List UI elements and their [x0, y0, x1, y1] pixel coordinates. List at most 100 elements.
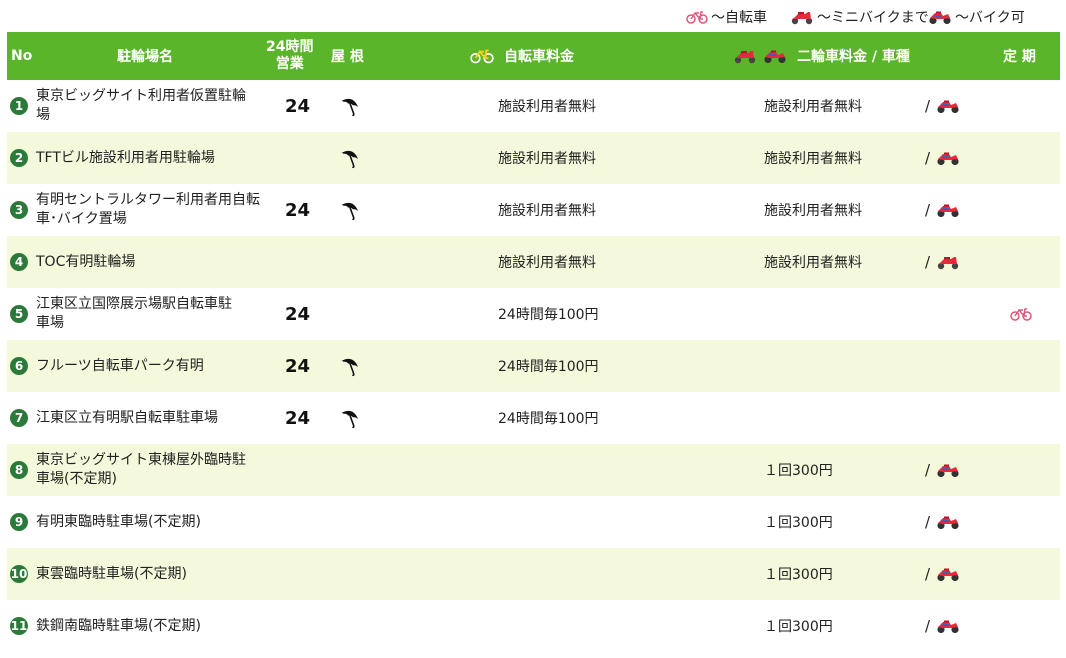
legend-bicycle: ～自転車 — [686, 7, 767, 27]
minibike-icon — [936, 254, 960, 270]
parking-name: 江東区立有明駅自転車駐車場 — [36, 409, 218, 428]
parking-name-line1: TOC有明駐輪場 — [36, 253, 136, 270]
row-number-badge: 6 — [10, 357, 28, 375]
parking-name: TOC有明駐輪場 — [36, 253, 135, 272]
umbrella-icon — [338, 147, 360, 169]
motorbike-icon — [936, 462, 960, 478]
moto-fee: 施設利用者無料 — [764, 99, 862, 115]
row-number-badge: 7 — [10, 409, 28, 427]
row-number-badge: 1 — [10, 97, 28, 115]
header-moto-fee: 二輪車料金 / 車種 — [733, 32, 910, 80]
table-row: 3 有明セントラルタワー利用者用自転 車･バイク置場 24 施設利用者無料 施設利用者無料… — [7, 184, 1060, 236]
moto-fee: 施設利用者無料 — [764, 151, 862, 167]
motorbike-icon — [936, 618, 960, 634]
motorbike-icon — [936, 202, 960, 218]
separator-slash: / — [925, 253, 931, 271]
parking-name-line2: 場 — [36, 107, 50, 123]
parking-name: 有明セントラルタワー利用者用自転 車･バイク置場 — [36, 191, 260, 229]
bike-fee: 施設利用者無料 — [498, 255, 596, 271]
parking-name-line1: 東雲臨時駐車場(不定期) — [36, 565, 187, 582]
header-hours: 24時間 営業 — [266, 32, 313, 80]
bike-fee: 24時間毎100円 — [498, 359, 599, 375]
umbrella-icon — [338, 199, 360, 221]
row-number-badge: 11 — [10, 617, 28, 635]
open-24h: 24 — [285, 199, 311, 221]
separator-slash: / — [925, 97, 931, 115]
row-number-badge: 4 — [10, 253, 28, 271]
parking-name-line2: 車･バイク置場 — [36, 211, 127, 227]
table-row: 8 東京ビッグサイト東棟屋外臨時駐 車場(不定期) １回300円 / — [7, 444, 1060, 496]
motorbike-icon — [936, 566, 960, 582]
minibike-icon — [790, 9, 814, 25]
table-body: 1 東京ビッグサイト利用者仮置駐輪場 24 施設利用者無料 施設利用者無料/2 TFTビル… — [7, 80, 1060, 652]
bicycle-icon — [686, 10, 708, 24]
separator-slash: / — [925, 149, 931, 167]
bike-fee: 施設利用者無料 — [498, 99, 596, 115]
table-row: 11 鉄鋼南臨時駐車場(不定期) １回300円 / — [7, 600, 1060, 652]
parking-name-line1: 江東区立国際展示場駅自転車駐 — [36, 296, 232, 312]
header-roof: 屋 根 — [331, 49, 364, 65]
parking-name: 東京ビッグサイト利用者仮置駐輪場 — [36, 87, 246, 125]
legend-bicycle-label: ～自転車 — [711, 10, 767, 26]
table-row: 1 東京ビッグサイト利用者仮置駐輪場 24 施設利用者無料 施設利用者無料 / — [7, 80, 1060, 132]
motorbike-icon — [936, 150, 960, 166]
open-24h: 24 — [285, 355, 311, 377]
umbrella-icon — [338, 355, 360, 377]
umbrella-icon — [338, 407, 360, 429]
separator-slash: / — [925, 565, 931, 583]
separator-slash: / — [925, 201, 931, 219]
parking-name: 東京ビッグサイト東棟屋外臨時駐 車場(不定期) — [36, 451, 246, 489]
header-bike-fee-label: 自転車料金 — [504, 49, 574, 65]
parking-name-line1: 江東区立有明駅自転車駐車場 — [36, 409, 218, 426]
bicycle-icon — [470, 48, 494, 64]
motorbike-icon — [936, 98, 960, 114]
motorbike-icon — [763, 48, 787, 64]
parking-name: 有明東臨時駐車場(不定期) — [36, 513, 201, 532]
parking-name-line1: 東京ビッグサイト東棟屋外臨時駐 — [36, 452, 246, 468]
parking-name-line1: フルーツ自転車パーク有明 — [36, 357, 204, 374]
table-row: 10 東雲臨時駐車場(不定期) １回300円 / — [7, 548, 1060, 600]
moto-fee: 施設利用者無料 — [764, 203, 862, 219]
bike-fee: 施設利用者無料 — [498, 203, 596, 219]
parking-name-line1: TFTビル施設利用者用駐輪場 — [36, 149, 215, 166]
header-moto-fee-label: 二輪車料金 / 車種 — [797, 49, 910, 65]
row-number-badge: 9 — [10, 513, 28, 531]
moto-fee: １回300円 — [764, 463, 833, 479]
legend-minibike-label: ～ミニバイクまで — [817, 10, 929, 26]
parking-name: フルーツ自転車パーク有明 — [36, 357, 204, 376]
parking-name-line1: 有明東臨時駐車場(不定期) — [36, 513, 201, 530]
parking-name: 鉄鋼南臨時駐車場(不定期) — [36, 617, 201, 636]
row-number-badge: 5 — [10, 305, 28, 323]
table-row: 5 江東区立国際展示場駅自転車駐 車場 24 24時間毎100円 — [7, 288, 1060, 340]
moto-fee: １回300円 — [764, 567, 833, 583]
table-row: 4 TOC有明駐輪場 施設利用者無料 施設利用者無料 / — [7, 236, 1060, 288]
parking-name-line1: 鉄鋼南臨時駐車場(不定期) — [36, 617, 201, 634]
motorbike-icon — [928, 9, 952, 25]
table-header: No 駐輪場名 24時間 営業 屋 根 自転車料金 二輪車料金 / 車種 定 期 — [7, 32, 1060, 80]
open-24h: 24 — [285, 407, 311, 429]
header-hours-line2: 営業 — [275, 56, 304, 72]
open-24h: 24 — [285, 95, 311, 117]
table-row: 6 フルーツ自転車パーク有明 24 24時間毎100円 — [7, 340, 1060, 392]
separator-slash: / — [925, 461, 931, 479]
open-24h: 24 — [285, 303, 311, 325]
parking-name-line2: 車場 — [36, 315, 64, 331]
moto-fee: １回300円 — [764, 619, 833, 635]
parking-table: No 駐輪場名 24時間 営業 屋 根 自転車料金 二輪車料金 / 車種 定 期… — [7, 32, 1060, 652]
separator-slash: / — [925, 617, 931, 635]
parking-name-line2: 車場(不定期) — [36, 471, 117, 487]
header-pass: 定 期 — [1003, 49, 1036, 65]
row-number-badge: 3 — [10, 201, 28, 219]
table-row: 2 TFTビル施設利用者用駐輪場 施設利用者無料 施設利用者無料 / — [7, 132, 1060, 184]
separator-slash: / — [925, 513, 931, 531]
legend-motorbike: ～バイク可 — [928, 7, 1025, 27]
bike-fee: 24時間毎100円 — [498, 307, 599, 323]
legend-minibike: ～ミニバイクまで — [790, 7, 929, 27]
header-bike-fee: 自転車料金 — [470, 32, 574, 80]
motorbike-icon — [936, 514, 960, 530]
parking-name-line1: 東京ビッグサイト利用者仮置駐輪 — [36, 88, 246, 104]
legend-motorbike-label: ～バイク可 — [955, 10, 1025, 26]
bike-fee: 24時間毎100円 — [498, 411, 599, 427]
header-name: 駐輪場名 — [117, 49, 173, 65]
header-hours-line1: 24時間 — [266, 39, 314, 55]
